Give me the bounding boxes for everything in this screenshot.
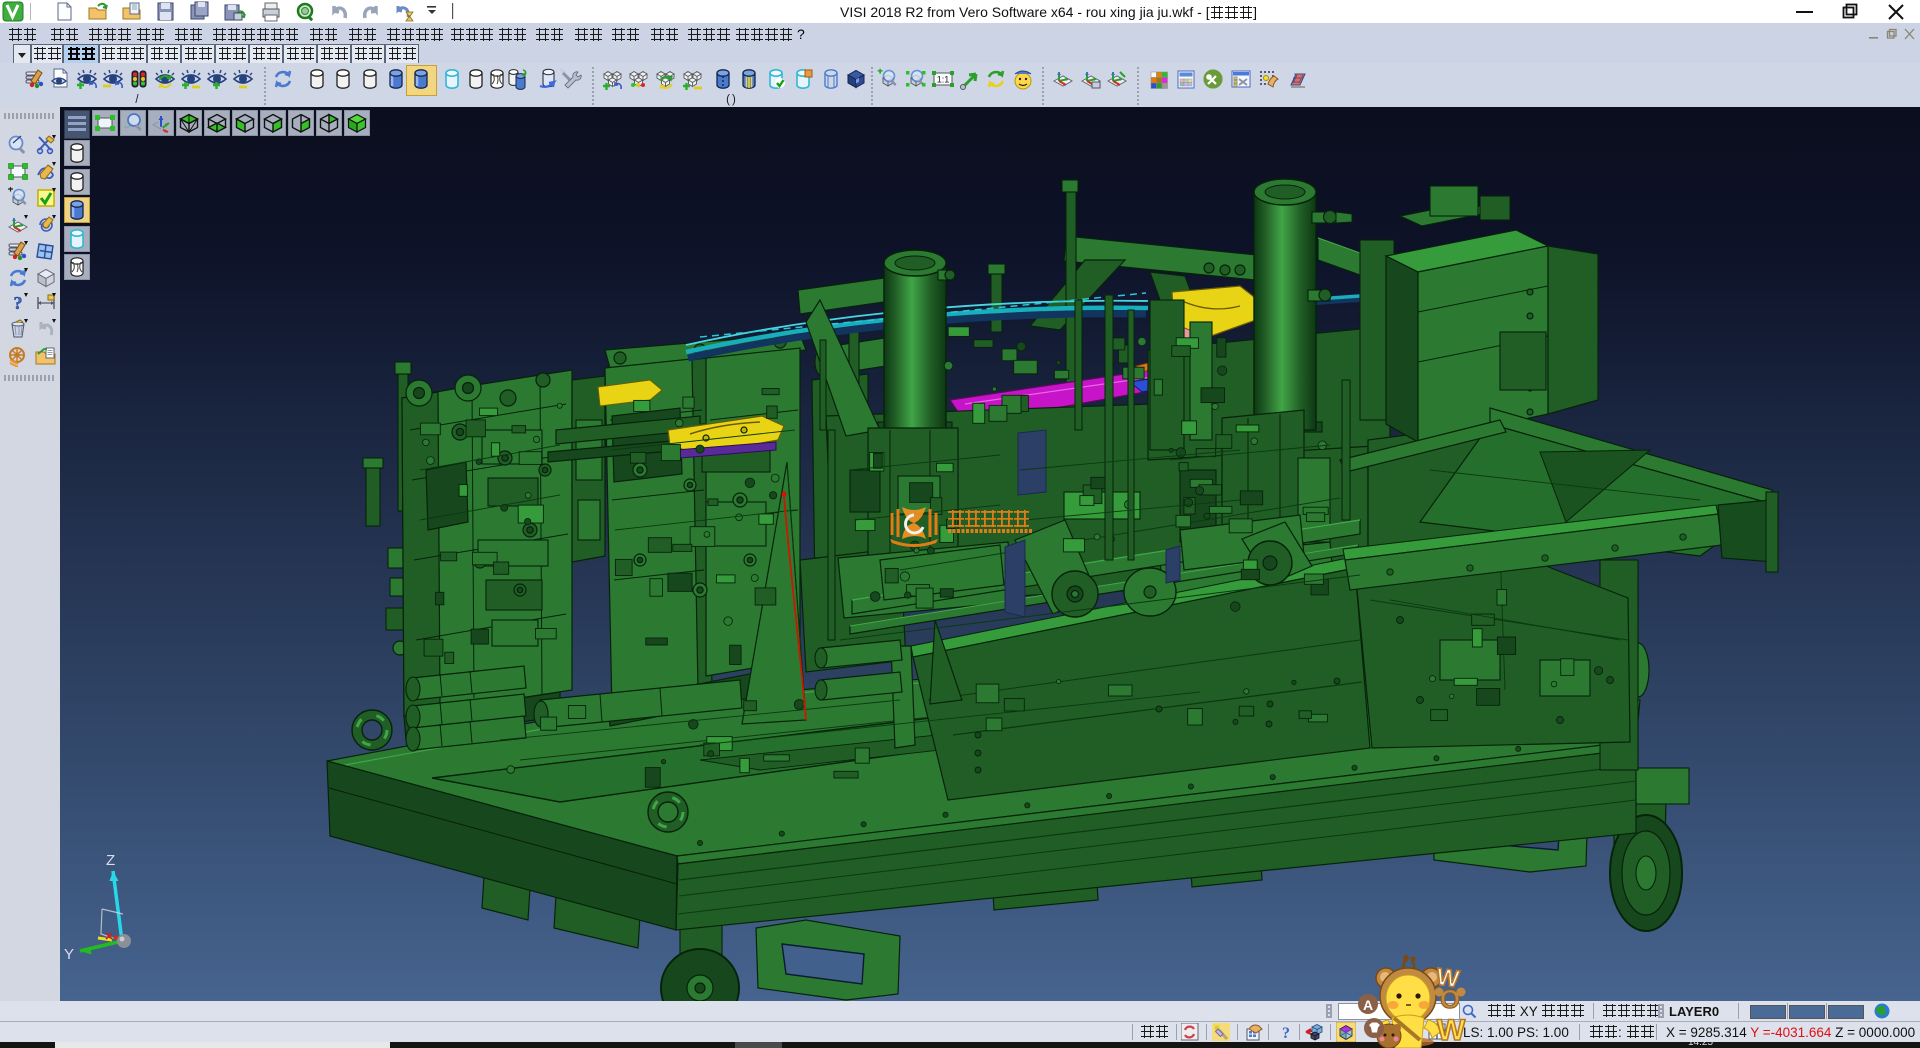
svg-text:Z: Z [106, 852, 115, 869]
svg-text:?: ? [1282, 1025, 1290, 1041]
svg-text:W: W [1437, 1014, 1466, 1047]
svg-text:O: O [1440, 984, 1460, 1014]
svg-text:Y: Y [64, 946, 74, 959]
svg-text:A: A [1363, 997, 1373, 1013]
